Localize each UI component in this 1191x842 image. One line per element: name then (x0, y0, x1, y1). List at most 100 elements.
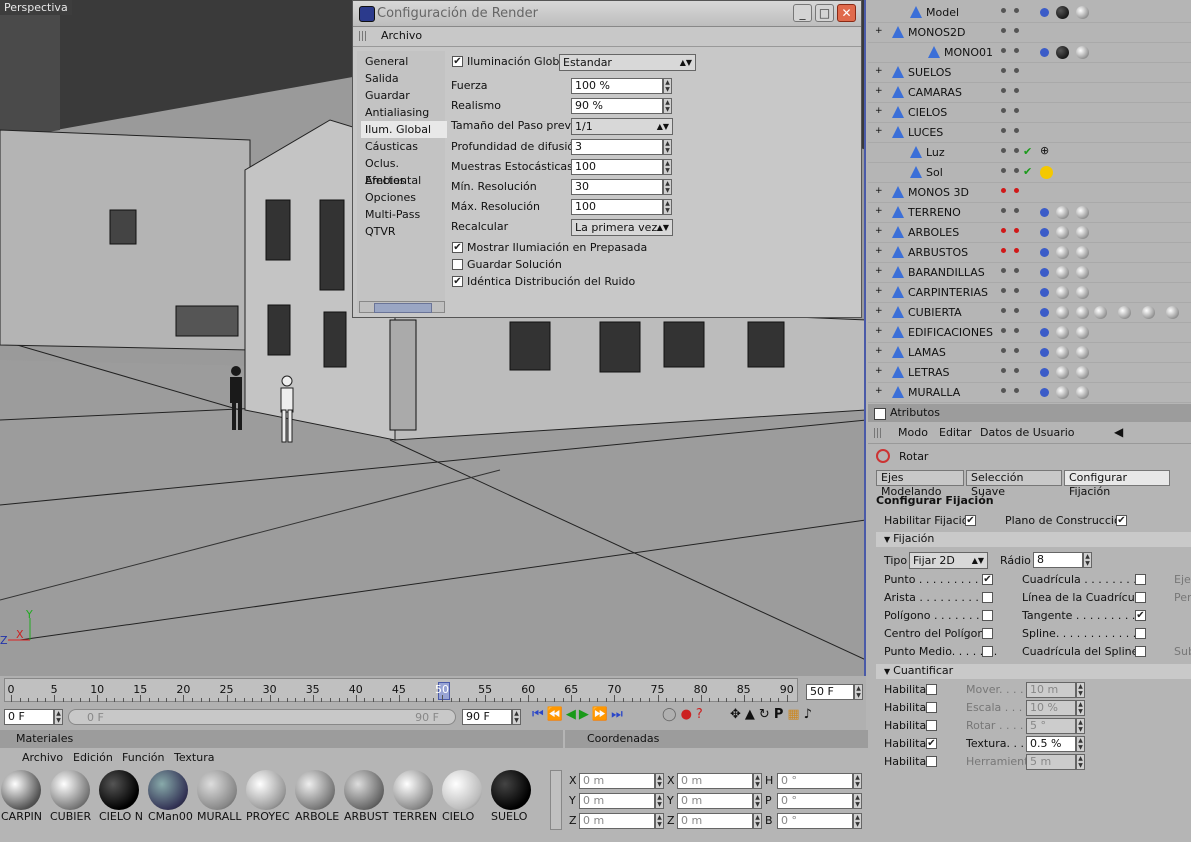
render-visibility-dot[interactable] (1014, 208, 1019, 213)
menu-edicion[interactable]: Edición (73, 751, 113, 764)
quant-1-input[interactable]: 10 % (1026, 700, 1076, 716)
radio-input[interactable]: 8 (1033, 552, 1083, 568)
material-tag-icon[interactable] (1142, 306, 1155, 319)
tag-icon[interactable] (1040, 48, 1049, 57)
goto-start-icon[interactable]: ⏮ (532, 707, 547, 722)
next-key-icon[interactable]: ⏩ (592, 707, 611, 722)
tag-icon[interactable] (1040, 368, 1049, 377)
object-row-luz[interactable]: Luz ✔ ⊕ (868, 143, 1191, 163)
expand-icon[interactable]: + (875, 346, 883, 356)
material-proyec[interactable] (246, 770, 286, 810)
object-name[interactable]: Sol (926, 166, 943, 179)
expand-icon[interactable]: + (875, 206, 883, 216)
object-name[interactable]: CIELOS (908, 106, 947, 119)
fuerza-input[interactable]: 100 % (571, 78, 663, 94)
help-icon[interactable]: ? (696, 707, 707, 722)
texture-tag-icon[interactable] (1076, 306, 1089, 319)
quant-4-stepper[interactable]: ▲ ▼ (1076, 754, 1085, 770)
texture-tag-icon[interactable] (1076, 6, 1089, 19)
sidebar-scrollbar[interactable] (359, 301, 445, 313)
minimize-button[interactable]: _ (793, 4, 812, 22)
object-name[interactable]: SUELOS (908, 66, 951, 79)
editor-visibility-dot[interactable] (1001, 108, 1006, 113)
object-name[interactable]: TERRENO (908, 206, 961, 219)
texture-tag-icon[interactable] (1076, 386, 1089, 399)
group-fijacion[interactable]: ▼ Fijación (876, 532, 1191, 547)
material-tag-icon[interactable] (1118, 306, 1131, 319)
expand-icon[interactable]: + (875, 266, 883, 276)
object-row-cubierta[interactable]: + CUBIERTA (868, 303, 1191, 323)
tag-icon[interactable] (1040, 348, 1049, 357)
object-row-arboles[interactable]: + ARBOLES (868, 223, 1191, 243)
sound-icon[interactable]: ♪ (804, 707, 816, 722)
snap-opt-r2-checkbox[interactable]: ✔ (1135, 610, 1146, 621)
tag-icon[interactable] (1040, 308, 1049, 317)
realismo-input[interactable]: 90 % (571, 98, 663, 114)
material-carpin[interactable] (1, 770, 41, 810)
min-res-stepper[interactable]: ▲ ▼ (663, 179, 672, 195)
object-row-letras[interactable]: + LETRAS (868, 363, 1191, 383)
object-name[interactable]: LAMAS (908, 346, 946, 359)
object-name[interactable]: ARBOLES (908, 226, 959, 239)
snap-opt-r1-checkbox[interactable] (1135, 592, 1146, 603)
render-visibility-dot[interactable] (1014, 388, 1019, 393)
expand-icon[interactable]: + (875, 306, 883, 316)
object-name[interactable]: MONO01 (944, 46, 993, 59)
material-terren[interactable] (393, 770, 433, 810)
sidebar-item-ilum-global[interactable]: Ilum. Global (361, 121, 447, 138)
material-cubier[interactable] (50, 770, 90, 810)
texture-tag-icon[interactable] (1076, 226, 1089, 239)
material-arbust[interactable] (344, 770, 384, 810)
material-tag-icon[interactable] (1056, 266, 1069, 279)
check-icon[interactable]: ✔ (1023, 165, 1032, 178)
render-visibility-dot[interactable] (1014, 88, 1019, 93)
menu-datos-usuario[interactable]: Datos de Usuario (980, 426, 1075, 439)
expand-icon[interactable]: + (875, 126, 883, 136)
end-frame-field[interactable]: 90 F (462, 709, 512, 725)
quant-0-stepper[interactable]: ▲ ▼ (1076, 682, 1085, 698)
render-visibility-dot[interactable] (1014, 148, 1019, 153)
object-row-muralla[interactable]: + MURALLA (868, 383, 1191, 403)
play-back-icon[interactable]: ◀ (566, 707, 579, 722)
editor-visibility-dot[interactable] (1001, 208, 1006, 213)
recalcular-select[interactable]: La primera vez ▲▼ (571, 219, 673, 236)
tag-icon[interactable] (1040, 388, 1049, 397)
material-tag-icon[interactable] (1056, 366, 1069, 379)
quant-4-input[interactable]: 5 m (1026, 754, 1076, 770)
object-name[interactable]: LETRAS (908, 366, 950, 379)
editor-visibility-dot[interactable] (1001, 188, 1006, 193)
sidebar-item-opciones[interactable]: Opciones (361, 189, 447, 206)
check-icon[interactable]: ✔ (1023, 145, 1032, 158)
editor-visibility-dot[interactable] (1001, 128, 1006, 133)
render-visibility-dot[interactable] (1014, 68, 1019, 73)
material-arbole[interactable] (295, 770, 335, 810)
ruido-checkbox[interactable]: ✔ (452, 276, 463, 287)
texture-tag-icon[interactable] (1076, 326, 1089, 339)
snap-opt-2-checkbox[interactable] (982, 610, 993, 621)
tag-icon[interactable] (1040, 288, 1049, 297)
object-row-camaras[interactable]: + CAMARAS (868, 83, 1191, 103)
sidebar-item-causticas[interactable]: Cáusticas (361, 138, 447, 155)
max-res-stepper[interactable]: ▲ ▼ (663, 199, 672, 215)
coord-2-b-input[interactable]: 0 m (677, 813, 753, 829)
material-tag-icon[interactable] (1056, 206, 1069, 219)
quant-1-checkbox[interactable] (926, 702, 937, 713)
expand-icon[interactable]: + (875, 366, 883, 376)
object-row-edificaciones[interactable]: + EDIFICACIONES (868, 323, 1191, 343)
expand-icon[interactable]: + (875, 86, 883, 96)
snap-opt-r3-checkbox[interactable] (1135, 628, 1146, 639)
sidebar-item-oclus-ambiental[interactable]: Oclus. Ambiental (361, 155, 447, 187)
object-row-lamas[interactable]: + LAMAS (868, 343, 1191, 363)
expand-icon[interactable]: + (875, 246, 883, 256)
object-row-luces[interactable]: + LUCES (868, 123, 1191, 143)
material-cielo[interactable] (442, 770, 482, 810)
sidebar-item-general[interactable]: General (361, 53, 447, 70)
snap-opt-0-checkbox[interactable]: ✔ (982, 574, 993, 585)
material-tag-icon[interactable] (1056, 306, 1069, 319)
snap-opt-r0-checkbox[interactable] (1135, 574, 1146, 585)
coord-2-c-input[interactable]: 0 ° (777, 813, 853, 829)
object-name[interactable]: CUBIERTA (908, 306, 962, 319)
material-murall[interactable] (197, 770, 237, 810)
render-visibility-dot[interactable] (1014, 28, 1019, 33)
object-name[interactable]: MURALLA (908, 386, 960, 399)
